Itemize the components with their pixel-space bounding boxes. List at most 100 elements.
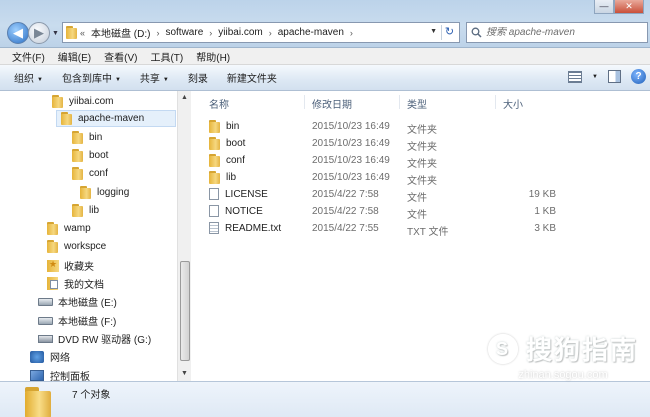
file-name: boot [226, 138, 246, 149]
file-name: conf [226, 155, 245, 166]
file-row-lib[interactable]: lib 2015/10/23 16:49 文件夹 [192, 169, 650, 187]
breadcrumb-software[interactable]: software [165, 27, 203, 38]
change-view-icon[interactable] [568, 70, 583, 83]
tree-item-drive-e[interactable]: 本地磁盘 (E:) [38, 293, 117, 310]
breadcrumb-drive-d[interactable]: 本地磁盘 (D:) [91, 25, 150, 40]
search-input[interactable] [486, 27, 636, 38]
tree-item-my-documents[interactable]: 我的文档 [47, 275, 104, 292]
address-bar[interactable]: « 本地磁盘 (D:) › software › yiibai.com › ap… [62, 22, 460, 43]
forward-button[interactable]: ▶ [28, 22, 50, 44]
preview-pane-icon[interactable] [608, 70, 621, 83]
tree-item-label: workspce [64, 241, 107, 252]
tree-item-wamp[interactable]: wamp [47, 220, 91, 237]
tree-item-apache-maven[interactable]: apache-maven [56, 110, 176, 127]
menu-edit[interactable]: 编辑(E) [58, 49, 91, 64]
file-date: 2015/10/23 16:49 [312, 172, 390, 183]
breadcrumb-overflow[interactable]: « [80, 28, 85, 38]
recent-pages-dropdown[interactable]: ▼ [52, 30, 59, 37]
burn-button[interactable]: 刻录 [188, 70, 208, 85]
include-in-library-button[interactable]: 包含到库中 ▼ [62, 70, 121, 85]
tree-item-label: DVD RW 驱动器 (G:) [58, 335, 152, 346]
tree-item-lib[interactable]: lib [72, 202, 99, 219]
file-name: NOTICE [225, 205, 263, 217]
tree-item-network[interactable]: 网络 [30, 348, 70, 365]
organize-button[interactable]: 组织 ▼ [14, 70, 43, 85]
new-folder-button[interactable]: 新建文件夹 [227, 70, 277, 85]
breadcrumb-separator[interactable]: › [269, 28, 272, 38]
file-name: bin [226, 121, 240, 132]
file-row-readme[interactable]: README.txt 2015/4/22 7:55 TXT 文件 3 KB [192, 220, 650, 238]
address-dropdown-icon[interactable]: ▼ [430, 28, 437, 35]
file-size: 19 KB [528, 189, 556, 200]
command-bar: 组织 ▼ 包含到库中 ▼ 共享 ▼ 刻录 新建文件夹 ▼ ? [0, 65, 650, 91]
file-type: TXT 文件 [407, 227, 449, 238]
tree-item-yiibai[interactable]: yiibai.com [52, 93, 113, 110]
menu-view[interactable]: 查看(V) [104, 49, 137, 64]
scroll-up-icon[interactable]: ▲ [178, 91, 191, 105]
scroll-down-icon[interactable]: ▼ [178, 367, 191, 381]
menu-file[interactable]: 文件(F) [12, 49, 45, 64]
column-header-name[interactable]: 名称 [209, 96, 229, 111]
file-name-cell: README.txt [209, 222, 281, 234]
text-file-icon [209, 222, 219, 234]
navigation-scrollbar[interactable]: ▲ ▼ [177, 91, 191, 381]
title-bar: — ✕ ◀ ▶ ▼ « 本地磁盘 (D:) › software › yiiba… [0, 0, 650, 48]
file-date: 2015/10/23 16:49 [312, 155, 390, 166]
menu-help[interactable]: 帮助(H) [196, 49, 230, 64]
file-date: 2015/4/22 7:58 [312, 206, 379, 217]
tree-item-label: boot [89, 150, 109, 161]
file-type: 文件夹 [407, 176, 437, 187]
search-box[interactable] [466, 22, 648, 43]
tree-item-label: 我的文档 [64, 280, 104, 291]
navigation-pane: yiibai.com apache-maven bin boot conf lo… [0, 91, 191, 381]
column-header-size[interactable]: 大小 [503, 96, 523, 111]
include-label: 包含到库中 [61, 74, 112, 85]
tree-item-drive-f[interactable]: 本地磁盘 (F:) [38, 312, 116, 329]
tree-item-workspce[interactable]: workspce [47, 238, 106, 255]
close-button[interactable]: ✕ [614, 0, 644, 14]
tree-item-bin[interactable]: bin [72, 129, 102, 146]
folder-icon [25, 387, 51, 417]
watermark-text: 搜狗指南 [525, 335, 638, 365]
column-header-date[interactable]: 修改日期 [312, 96, 352, 111]
back-button[interactable]: ◀ [7, 22, 29, 44]
details-pane: 7 个对象 [0, 381, 650, 417]
search-icon [471, 27, 482, 38]
breadcrumb-separator[interactable]: › [209, 28, 212, 38]
file-row-boot[interactable]: boot 2015/10/23 16:49 文件夹 [192, 135, 650, 153]
folder-icon [47, 222, 58, 235]
file-size: 1 KB [534, 206, 556, 217]
tree-item-favorites[interactable]: 收藏夹 [47, 257, 94, 274]
file-row-notice[interactable]: NOTICE 2015/4/22 7:58 文件 1 KB [192, 203, 650, 221]
refresh-icon[interactable]: ↻ [441, 25, 457, 40]
breadcrumb-separator[interactable]: › [350, 28, 353, 38]
menu-tools[interactable]: 工具(T) [150, 49, 183, 64]
tree-item-conf[interactable]: conf [72, 165, 108, 182]
column-divider[interactable] [304, 95, 305, 109]
column-divider[interactable] [495, 95, 496, 109]
tree-item-label: wamp [64, 223, 91, 234]
share-button[interactable]: 共享 ▼ [140, 70, 169, 85]
tree-item-boot[interactable]: boot [72, 147, 108, 164]
tree-item-dvd-drive[interactable]: DVD RW 驱动器 (G:) [38, 330, 151, 347]
folder-icon [80, 186, 91, 199]
help-icon[interactable]: ? [631, 69, 646, 84]
file-row-bin[interactable]: bin 2015/10/23 16:49 文件夹 [192, 118, 650, 136]
tree-item-logging[interactable]: logging [80, 184, 129, 201]
file-row-conf[interactable]: conf 2015/10/23 16:49 文件夹 [192, 152, 650, 170]
view-options-dropdown-icon[interactable]: ▼ [592, 74, 598, 80]
minimize-button[interactable]: — [594, 0, 614, 14]
breadcrumb-apache-maven[interactable]: apache-maven [278, 27, 344, 38]
chevron-down-icon: ▼ [114, 77, 121, 83]
scrollbar-thumb[interactable] [180, 261, 190, 361]
breadcrumb-yiibai[interactable]: yiibai.com [218, 27, 262, 38]
file-name: lib [226, 172, 237, 183]
column-divider[interactable] [399, 95, 400, 109]
column-header-type[interactable]: 类型 [407, 96, 427, 111]
tree-item-label: 控制面板 [50, 372, 90, 381]
tree-item-label: 本地磁盘 (F:) [58, 317, 117, 328]
breadcrumb-separator[interactable]: › [156, 28, 159, 38]
tree-item-label: 收藏夹 [64, 262, 94, 273]
tree-item-control-panel[interactable]: 控制面板 [30, 367, 90, 381]
file-row-license[interactable]: LICENSE 2015/4/22 7:58 文件 19 KB [192, 186, 650, 204]
